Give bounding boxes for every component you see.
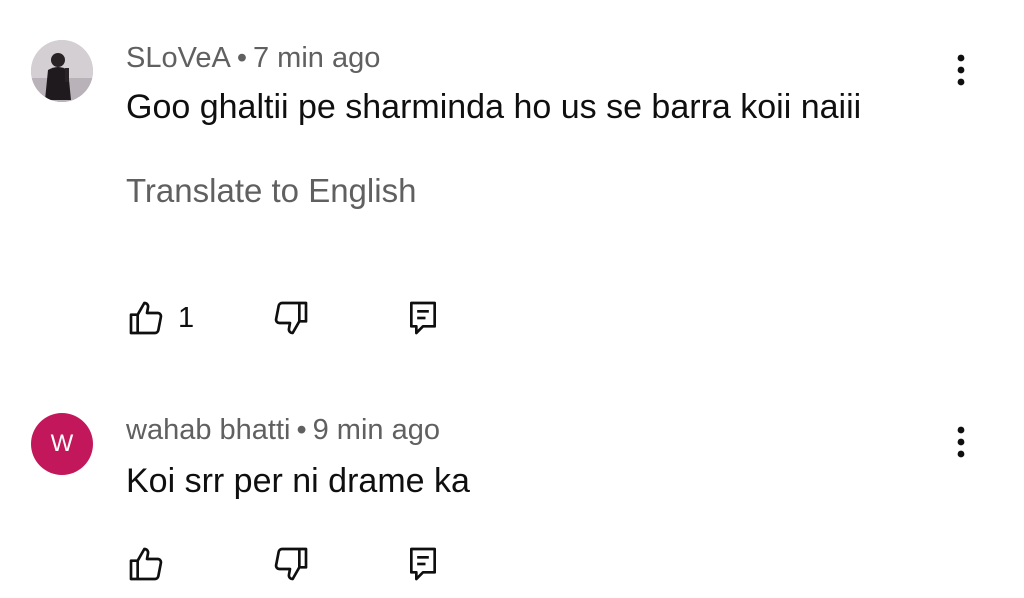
thumbs-down-icon [274, 547, 308, 581]
avatar-letter: W [50, 430, 74, 457]
thumbs-up-icon [129, 301, 163, 335]
avatar[interactable] [31, 40, 93, 102]
avatar[interactable]: W [31, 413, 93, 475]
comment-meta: SLoVeA • 7 min ago [126, 42, 380, 75]
reply-button[interactable] [406, 296, 440, 340]
translate-link[interactable]: Translate to English [126, 172, 416, 210]
thumbs-down-icon [274, 301, 308, 335]
dislike-button[interactable] [271, 542, 311, 586]
comment-text: Goo ghaltii pe sharminda ho us se barra … [126, 88, 862, 126]
more-options-button[interactable] [944, 420, 978, 464]
comments-list: SLoVeA • 7 min ago Goo ghaltii pe sharmind… [0, 0, 1024, 598]
comment-meta: wahab bhatti • 9 min ago [126, 414, 440, 447]
more-vertical-icon [957, 426, 965, 458]
reply-comment-icon [410, 547, 436, 581]
more-vertical-icon [957, 54, 965, 86]
thumbs-up-icon [129, 547, 163, 581]
comment-time: 7 min ago [252, 42, 381, 74]
more-options-button[interactable] [944, 48, 978, 92]
like-button[interactable]: 1 [126, 296, 194, 340]
dislike-button[interactable] [271, 296, 311, 340]
user-photo-avatar-icon [31, 40, 93, 102]
comment-actions [126, 542, 446, 586]
reply-comment-icon [410, 301, 436, 335]
meta-separator: • [296, 414, 307, 446]
comment-text: Koi srr per ni drame ka [126, 462, 470, 500]
comment-time: 9 min ago [312, 414, 440, 446]
author-name[interactable]: SLoVeA [126, 42, 231, 74]
reply-button[interactable] [406, 542, 440, 586]
author-name[interactable]: wahab bhatti [126, 414, 290, 446]
like-button[interactable] [126, 542, 166, 586]
comment-actions: 1 [126, 296, 446, 340]
like-count: 1 [178, 301, 195, 334]
meta-separator: • [236, 42, 247, 74]
